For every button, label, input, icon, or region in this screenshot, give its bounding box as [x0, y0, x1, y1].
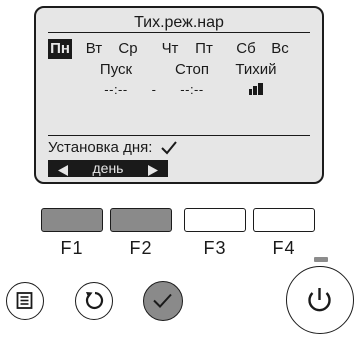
return-button[interactable] — [75, 282, 113, 320]
f1-label: F1 — [60, 238, 84, 258]
stop-header: Стоп — [175, 61, 209, 78]
lcd-screen: Тих.реж.нар Пн Вт Ср Чт Пт Сб Вс Пуск Ст… — [34, 6, 324, 184]
day-tue[interactable]: Вт — [80, 39, 108, 59]
power-icon — [308, 288, 331, 312]
f1-button[interactable] — [41, 208, 103, 232]
status-led — [314, 257, 328, 262]
f2-button[interactable] — [110, 208, 172, 232]
day-setting-row: Установка дня: — [48, 139, 177, 157]
check-icon — [160, 141, 177, 155]
return-icon — [85, 291, 104, 310]
day-setting-label: Установка дня: — [48, 139, 153, 156]
menu-icon — [16, 292, 33, 309]
f4-label: F4 — [272, 238, 296, 258]
power-button[interactable] — [286, 266, 354, 334]
start-time-value: --:-- — [104, 82, 128, 97]
day-sun[interactable]: Вс — [266, 39, 294, 59]
day-fri[interactable]: Пт — [190, 39, 218, 59]
title-divider — [48, 32, 310, 33]
stop-time-value: --:-- — [180, 82, 204, 97]
day-sat[interactable]: Сб — [232, 39, 260, 59]
day-selector-bar[interactable]: день — [48, 160, 168, 177]
day-selector-row: Пн Вт Ср Чт Пт Сб Вс — [48, 39, 314, 59]
bottom-divider — [48, 135, 310, 136]
confirm-button[interactable] — [143, 281, 183, 321]
day-thu[interactable]: Чт — [156, 39, 184, 59]
fan-level-icon — [249, 83, 263, 95]
f3-label: F3 — [203, 238, 227, 258]
f4-button[interactable] — [253, 208, 315, 232]
day-mon[interactable]: Пн — [48, 39, 72, 59]
screen-title: Тих.реж.нар — [134, 14, 224, 31]
menu-button[interactable] — [6, 282, 44, 320]
quiet-header: Тихий — [235, 61, 277, 78]
arrow-right-icon[interactable] — [148, 163, 158, 180]
confirm-check-icon — [153, 293, 172, 308]
start-header: Пуск — [99, 61, 133, 78]
time-separator: - — [151, 82, 157, 97]
day-wed[interactable]: Ср — [114, 39, 142, 59]
f2-label: F2 — [129, 238, 153, 258]
f3-button[interactable] — [184, 208, 246, 232]
